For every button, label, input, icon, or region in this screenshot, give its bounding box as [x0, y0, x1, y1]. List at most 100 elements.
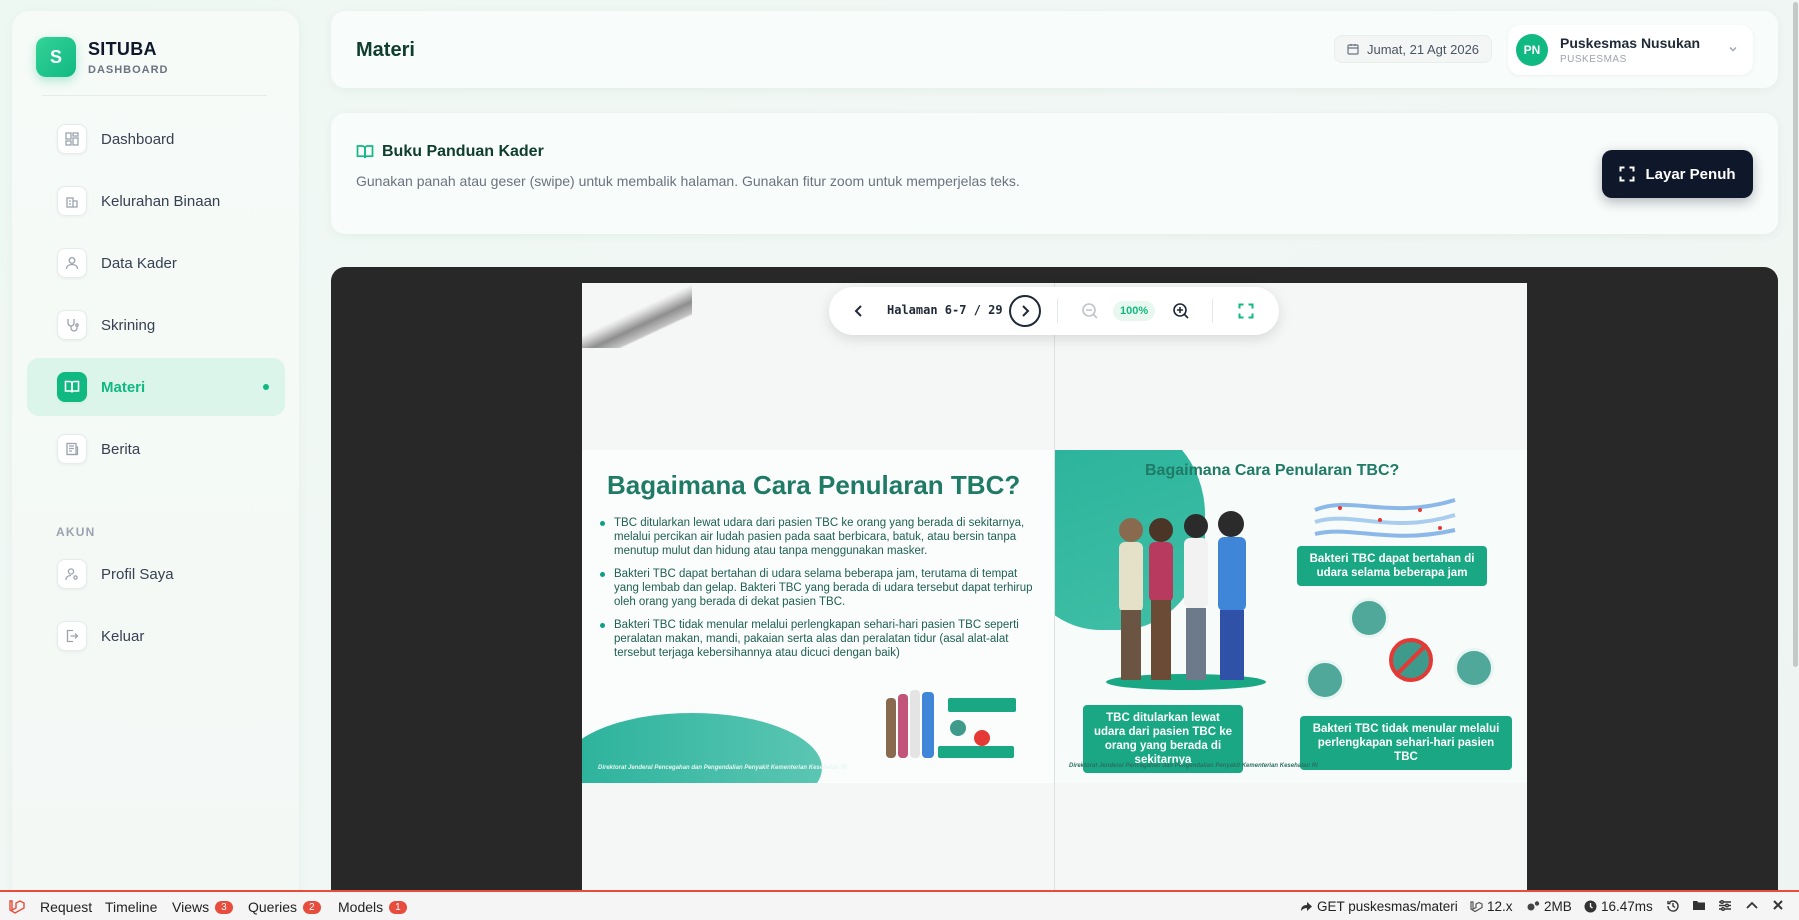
history-icon[interactable]	[1666, 899, 1684, 913]
zoom-in-button[interactable]	[1165, 295, 1197, 327]
next-page-button[interactable]	[1009, 295, 1041, 327]
settings-sliders-icon[interactable]	[1718, 899, 1736, 912]
sidebar-item-skrining[interactable]: Skrining	[27, 296, 285, 354]
brand[interactable]: S SITUBA DASHBOARD	[36, 37, 169, 77]
book-icon	[57, 372, 87, 402]
debug-tab-models[interactable]: Models 1	[338, 899, 407, 915]
chevron-right-icon	[1022, 305, 1030, 317]
section-label-akun: AKUN	[56, 525, 96, 539]
expand-icon	[1619, 166, 1635, 182]
page-scrollbar[interactable]	[1793, 2, 1798, 667]
profile-menu[interactable]: PN Puskesmas Nusukan PUSKESMAS	[1508, 25, 1753, 75]
count-badge: 3	[215, 900, 233, 914]
debug-tab-label: Views	[172, 899, 210, 915]
zoom-level: 100%	[1113, 301, 1156, 321]
debug-time: 16.47ms	[1584, 899, 1653, 914]
avatar: PN	[1516, 34, 1548, 66]
count-badge: 2	[303, 900, 321, 914]
page-curl[interactable]	[582, 283, 692, 348]
bed-icon	[1305, 660, 1345, 700]
debug-route[interactable]: GET puskesmas/materi	[1300, 899, 1458, 914]
bullet: Bakteri TBC dapat bertahan di udara sela…	[600, 567, 1040, 609]
book-spine	[1054, 283, 1055, 920]
sidebar-item-dashboard[interactable]: Dashboard	[27, 110, 285, 168]
flipbook[interactable]: Bagaimana Cara Penularan TBC? TBC ditula…	[582, 283, 1527, 920]
sidebar-item-profil-saya[interactable]: Profil Saya	[27, 545, 285, 603]
prev-page-button[interactable]	[843, 295, 875, 327]
sidebar-item-data-kader[interactable]: Data Kader	[27, 234, 285, 292]
active-indicator	[263, 384, 269, 390]
debug-tab-label: Timeline	[105, 899, 158, 915]
debug-tab-views[interactable]: Views 3	[172, 899, 233, 915]
cogs-icon	[1527, 901, 1540, 911]
viewer-fullscreen-button[interactable]	[1230, 295, 1262, 327]
close-icon[interactable]	[1772, 899, 1788, 911]
info-title: Buku Panduan Kader	[356, 143, 544, 161]
brand-logo: S	[36, 37, 76, 77]
info-card: Buku Panduan Kader Gunakan panah atau ge…	[331, 113, 1778, 234]
sidebar-item-label: Keluar	[101, 627, 145, 645]
calendar-icon	[1347, 44, 1359, 55]
count-badge: 1	[389, 900, 407, 914]
debug-version-text: 12.x	[1487, 899, 1513, 914]
debug-version: 12.x	[1470, 899, 1513, 914]
sidebar-item-label: Data Kader	[101, 254, 177, 272]
toolbar-divider	[1057, 299, 1058, 323]
divider	[42, 95, 267, 96]
debug-time-text: 16.47ms	[1601, 899, 1653, 914]
zoom-out-icon	[1082, 303, 1098, 319]
sidebar-item-kelurahan-binaan[interactable]: Kelurahan Binaan	[27, 172, 285, 230]
chevron-up-icon[interactable]	[1745, 899, 1763, 912]
right-page-title: Bagaimana Cara Penularan TBC?	[1145, 462, 1400, 479]
sidebar-item-label: Materi	[101, 378, 146, 396]
newspaper-icon	[57, 434, 87, 464]
right-page-footer: Direktorat Jenderal Pencegahan dan Penge…	[1069, 763, 1318, 769]
debug-tab-request[interactable]: Request	[40, 899, 92, 915]
debug-memory-text: 2MB	[1544, 899, 1572, 914]
sidebar-item-label: Kelurahan Binaan	[101, 192, 221, 210]
no-transmission-icon	[1389, 638, 1433, 682]
expand-icon	[1238, 303, 1254, 319]
user-icon	[57, 248, 87, 278]
right-page[interactable]: Bagaimana Cara Penularan TBC? Bakteri TB…	[1055, 450, 1527, 783]
sidebar-item-materi[interactable]: Materi	[27, 358, 285, 416]
debug-tab-queries[interactable]: Queries 2	[248, 899, 321, 915]
people-illustration	[1106, 511, 1266, 690]
debug-tab-timeline[interactable]: Timeline	[105, 899, 157, 915]
folder-icon[interactable]	[1692, 899, 1710, 912]
zoom-in-icon	[1173, 303, 1189, 319]
user-settings-icon	[57, 559, 87, 589]
info-title-text: Buku Panduan Kader	[382, 143, 544, 160]
info-box-air: Bakteri TBC dapat bertahan di udara sela…	[1297, 546, 1487, 586]
profile-role: PUSKESMAS	[1560, 54, 1627, 65]
air-illustration	[1314, 498, 1456, 538]
stethoscope-icon	[57, 310, 87, 340]
brand-subtitle: DASHBOARD	[88, 63, 169, 76]
fullscreen-button[interactable]: Layar Penuh	[1602, 150, 1753, 198]
sidebar: S SITUBA DASHBOARD Dashboard Kelurahan B…	[12, 11, 299, 911]
left-page[interactable]: Bagaimana Cara Penularan TBC? TBC ditula…	[582, 450, 1054, 783]
page-indicator: Halaman 6-7 / 29	[887, 303, 1003, 317]
sidebar-item-keluar[interactable]: Keluar	[27, 607, 285, 665]
info-description: Gunakan panah atau geser (swipe) untuk m…	[356, 173, 1020, 189]
zoom-out-button[interactable]	[1074, 295, 1106, 327]
toolbar-divider	[1212, 299, 1213, 323]
laravel-logo-icon[interactable]	[8, 898, 26, 916]
flipbook-viewer[interactable]: Bagaimana Cara Penularan TBC? TBC ditula…	[331, 267, 1778, 920]
sidebar-item-label: Profil Saya	[101, 565, 174, 583]
date-chip: Jumat, 21 Agt 2026	[1334, 35, 1493, 63]
debug-tab-label: Models	[338, 899, 384, 915]
info-box-items: Bakteri TBC tidak menular melalui perlen…	[1300, 716, 1512, 770]
debug-bar: Request Timeline Views 3 Queries 2 Models 1…	[0, 890, 1799, 920]
utensils-icon	[1349, 598, 1389, 638]
sidebar-item-label: Berita	[101, 440, 141, 458]
date-text: Jumat, 21 Agt 2026	[1367, 41, 1480, 57]
clock-icon	[1584, 900, 1597, 913]
sidebar-item-label: Skrining	[101, 316, 156, 334]
bullet: Bakteri TBC tidak menular melalui perlen…	[600, 618, 1040, 660]
page-title: Materi	[356, 39, 415, 61]
people-illustration	[886, 690, 1016, 758]
left-page-bullets: TBC ditularkan lewat udara dari pasien T…	[600, 516, 1040, 669]
sidebar-item-berita[interactable]: Berita	[27, 420, 285, 478]
left-page-title: Bagaimana Cara Penularan TBC?	[607, 470, 1021, 500]
